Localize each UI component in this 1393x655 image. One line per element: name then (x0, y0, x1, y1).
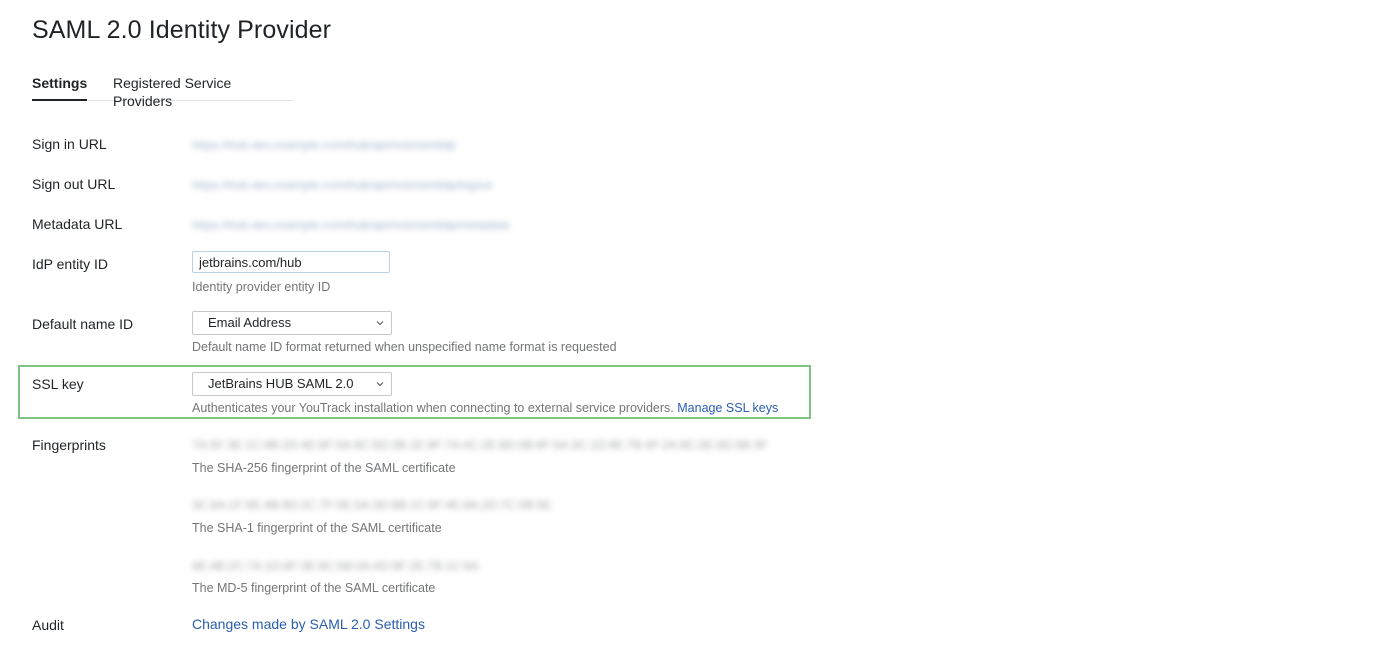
default-name-id-select[interactable]: Email Address (192, 311, 392, 335)
tab-settings[interactable]: Settings (32, 74, 88, 101)
md5-fingerprint-hint: The MD-5 fingerprint of the SAML certifi… (192, 581, 436, 595)
idp-entity-id-hint: Identity provider entity ID (192, 280, 331, 294)
manage-ssl-keys-link[interactable]: Manage SSL keys (677, 401, 778, 415)
sign-in-url-label: Sign in URL (32, 136, 107, 152)
md5-fingerprint-value: 9E:4B:2C:7A:1D:6F:3E:8C:5B:0A:4D:9F:2E:7… (192, 559, 479, 573)
tab-registered-service-providers[interactable]: Registered Service Providers (113, 74, 294, 109)
sign-in-url-value: https://hub-dev.example.com/hub/api/rest… (192, 138, 456, 152)
ssl-key-hint-row: Authenticates your YouTrack installation… (192, 400, 778, 416)
tab-settings-label: Settings (32, 75, 88, 91)
page-title: SAML 2.0 Identity Provider (32, 16, 332, 44)
sha256-fingerprint-value: 7A:5F:3E:1C:9B:2D:4E:8F:0A:6C:5D:3B:1E:9… (192, 438, 768, 452)
audit-changes-link[interactable]: Changes made by SAML 2.0 Settings (192, 616, 425, 632)
tab-bar: Settings Registered Service Providers (32, 74, 294, 109)
sha1-fingerprint-value: 3C:8A:1F:6E:4B:9D:2C:7F:0E:5A:3D:8B:1C:6… (192, 498, 552, 512)
audit-label: Audit (32, 617, 64, 633)
idp-entity-id-label: IdP entity ID (32, 256, 109, 272)
chevron-down-icon (376, 382, 384, 387)
default-name-id-label: Default name ID (32, 316, 134, 332)
ssl-key-select[interactable]: JetBrains HUB SAML 2.0 (192, 372, 392, 396)
sign-out-url-label: Sign out URL (32, 176, 116, 192)
sha256-fingerprint-hint: The SHA-256 fingerprint of the SAML cert… (192, 461, 456, 475)
metadata-url-value: https://hub-dev.example.com/hub/api/rest… (192, 218, 510, 232)
fingerprints-label: Fingerprints (32, 437, 106, 453)
sha1-fingerprint-hint: The SHA-1 fingerprint of the SAML certif… (192, 521, 442, 535)
sign-out-url-value: https://hub-dev.example.com/hub/api/rest… (192, 178, 492, 192)
ssl-key-label: SSL key (32, 376, 84, 392)
ssl-key-selected: JetBrains HUB SAML 2.0 (208, 376, 354, 391)
chevron-down-icon (376, 321, 384, 326)
default-name-id-selected: Email Address (208, 315, 292, 330)
idp-entity-id-input[interactable] (192, 251, 390, 273)
default-name-id-hint: Default name ID format returned when uns… (192, 340, 617, 354)
metadata-url-label: Metadata URL (32, 216, 123, 232)
ssl-key-hint: Authenticates your YouTrack installation… (192, 401, 674, 415)
active-tab-indicator (32, 99, 88, 101)
tab-registered-service-providers-label: Registered Service Providers (113, 75, 232, 109)
saml-settings-page: SAML 2.0 Identity Provider Settings Regi… (0, 0, 1393, 655)
